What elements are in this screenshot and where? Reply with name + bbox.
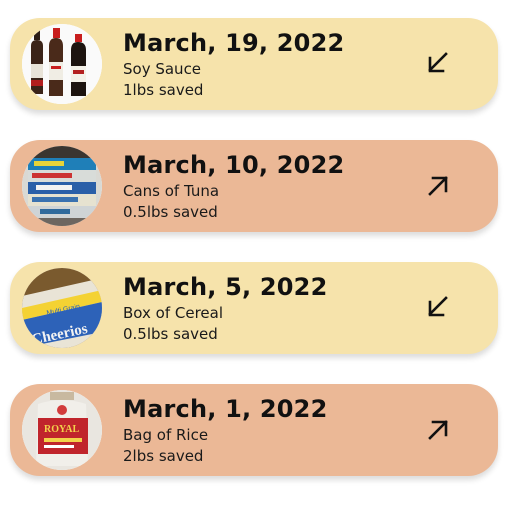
entry-date: March, 5, 2022 (123, 273, 328, 301)
arrow-up-right-icon (428, 176, 448, 196)
item-name: Cans of Tuna (123, 182, 220, 200)
rice-bag-image: ROYAL (22, 390, 102, 470)
tuna-cans-image (22, 146, 102, 226)
amount-saved: 0.5lbs saved (123, 203, 218, 221)
amount-saved: 2lbs saved (123, 447, 204, 465)
amount-saved: 0.5lbs saved (123, 325, 218, 343)
item-name: Bag of Rice (123, 426, 209, 444)
item-name: Box of Cereal (123, 304, 224, 322)
svg-text:ROYAL: ROYAL (44, 424, 80, 435)
entry-date: March, 19, 2022 (123, 29, 345, 57)
cereal-box-image: Cheerios Multi Grain (22, 268, 102, 348)
arrow-up-right-icon (428, 420, 448, 440)
amount-saved: 1lbs saved (123, 81, 204, 99)
savings-card-cans-of-tuna[interactable]: March, 10, 2022 Cans of Tuna 0.5lbs save… (10, 140, 498, 232)
soy-sauce-image (22, 24, 102, 104)
entry-date: March, 10, 2022 (123, 151, 345, 179)
savings-card-soy-sauce[interactable]: March, 19, 2022 Soy Sauce 1lbs saved (10, 18, 498, 110)
item-name: Soy Sauce (123, 60, 202, 78)
arrow-down-left-icon (428, 52, 448, 73)
entry-date: March, 1, 2022 (123, 395, 328, 423)
savings-card-bag-of-rice[interactable]: ROYAL March, 1, 2022 Bag of Rice 2lbs sa… (10, 384, 498, 476)
savings-list: March, 19, 2022 Soy Sauce 1lbs saved Mar… (10, 18, 498, 506)
arrow-down-left-icon (428, 296, 448, 317)
savings-card-box-of-cereal[interactable]: Cheerios Multi Grain March, 5, 2022 Box … (10, 262, 498, 354)
